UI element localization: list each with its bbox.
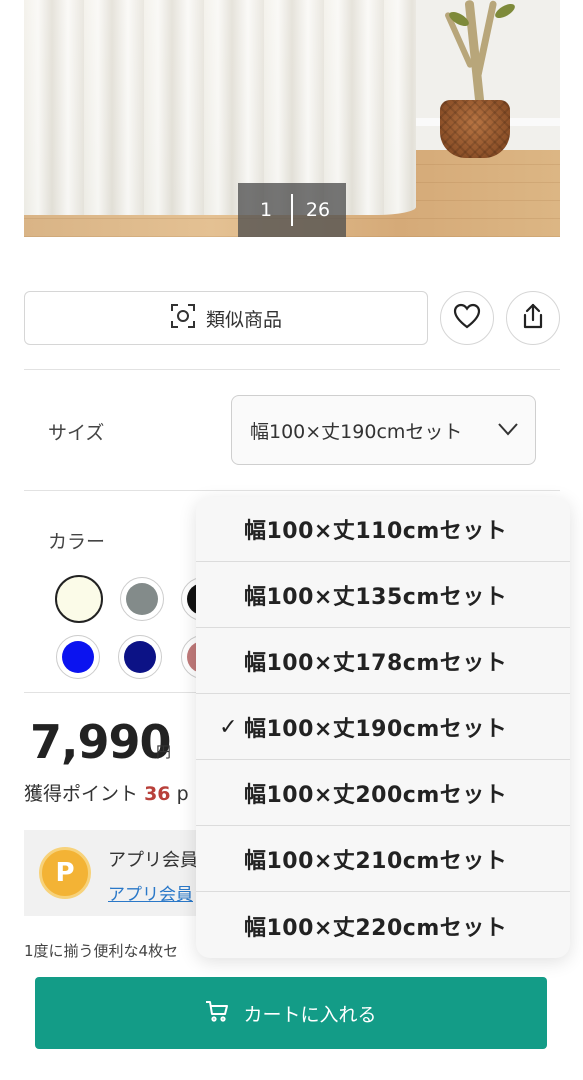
size-select[interactable]: 幅100×丈190cmセット: [231, 395, 536, 465]
size-option[interactable]: 幅100×丈135cmセット: [196, 563, 570, 628]
size-dropdown-menu: 幅100×丈110cmセット 幅100×丈135cmセット 幅100×丈178c…: [196, 497, 570, 958]
price-value: 7,990: [30, 715, 172, 769]
add-to-cart-button[interactable]: カートに入れる: [35, 977, 547, 1049]
points-value: 36: [144, 783, 171, 805]
plant-pot: [440, 100, 510, 158]
size-option-label: 幅100×丈135cmセット: [244, 585, 508, 610]
image-counter-current: 1: [259, 199, 273, 221]
app-member-title: アプリ会員: [108, 850, 198, 871]
favorite-button[interactable]: [440, 291, 494, 345]
points-label: 獲得ポイント: [24, 783, 139, 805]
app-member-link[interactable]: アプリ会員: [108, 880, 193, 905]
similar-products-button[interactable]: 類似商品: [24, 291, 428, 345]
size-option[interactable]: 幅100×丈210cmセット: [196, 827, 570, 892]
color-label: カラー: [48, 531, 106, 553]
size-option-label: 幅100×丈110cmセット: [244, 519, 508, 544]
size-option-selected[interactable]: ✓ 幅100×丈190cmセット: [196, 695, 570, 760]
cart-icon: [205, 1000, 229, 1027]
price-unit: 円: [156, 743, 172, 761]
size-option[interactable]: 幅100×丈178cmセット: [196, 629, 570, 694]
divider: [24, 490, 560, 491]
add-to-cart-label: カートに入れる: [243, 1003, 377, 1026]
size-option-label: 幅100×丈220cmセット: [244, 915, 508, 941]
size-option-label: 幅100×丈200cmセット: [244, 783, 508, 808]
color-swatch-fill: [124, 641, 156, 673]
points-badge-icon: P: [39, 847, 91, 899]
divider: [24, 369, 560, 370]
image-counter-total: 26: [305, 199, 331, 221]
size-option[interactable]: 幅100×丈110cmセット: [196, 497, 570, 562]
color-swatch-fill: [62, 641, 94, 673]
size-option[interactable]: 幅100×丈200cmセット: [196, 761, 570, 826]
visual-search-icon: [170, 303, 196, 334]
color-swatch[interactable]: [56, 635, 100, 679]
similar-products-label: 類似商品: [205, 308, 282, 331]
checkmark-icon: ✓: [219, 714, 238, 740]
product-description: 1度に揃う便利な4枚セ: [24, 942, 179, 960]
size-label: サイズ: [48, 422, 105, 444]
size-option-label: 幅100×丈178cmセット: [244, 651, 508, 676]
share-button[interactable]: [506, 291, 560, 345]
heart-icon: [453, 303, 481, 333]
size-option[interactable]: 幅100×丈220cmセット: [196, 893, 570, 958]
size-selected-value: 幅100×丈190cmセット: [250, 420, 463, 443]
color-swatch[interactable]: [118, 635, 162, 679]
points-info: 獲得ポイント 36 p: [24, 779, 189, 806]
curtain: [24, 0, 416, 215]
image-counter: 1 26: [238, 183, 346, 237]
share-icon: [520, 302, 546, 334]
chevron-down-icon: [497, 419, 519, 441]
color-swatch[interactable]: [120, 577, 164, 621]
color-swatch-fill: [126, 583, 158, 615]
size-option-label: 幅100×丈210cmセット: [244, 849, 508, 874]
points-suffix: p: [176, 783, 189, 805]
color-swatch-selected[interactable]: [55, 575, 103, 623]
size-option-label: 幅100×丈190cmセット: [244, 717, 508, 742]
